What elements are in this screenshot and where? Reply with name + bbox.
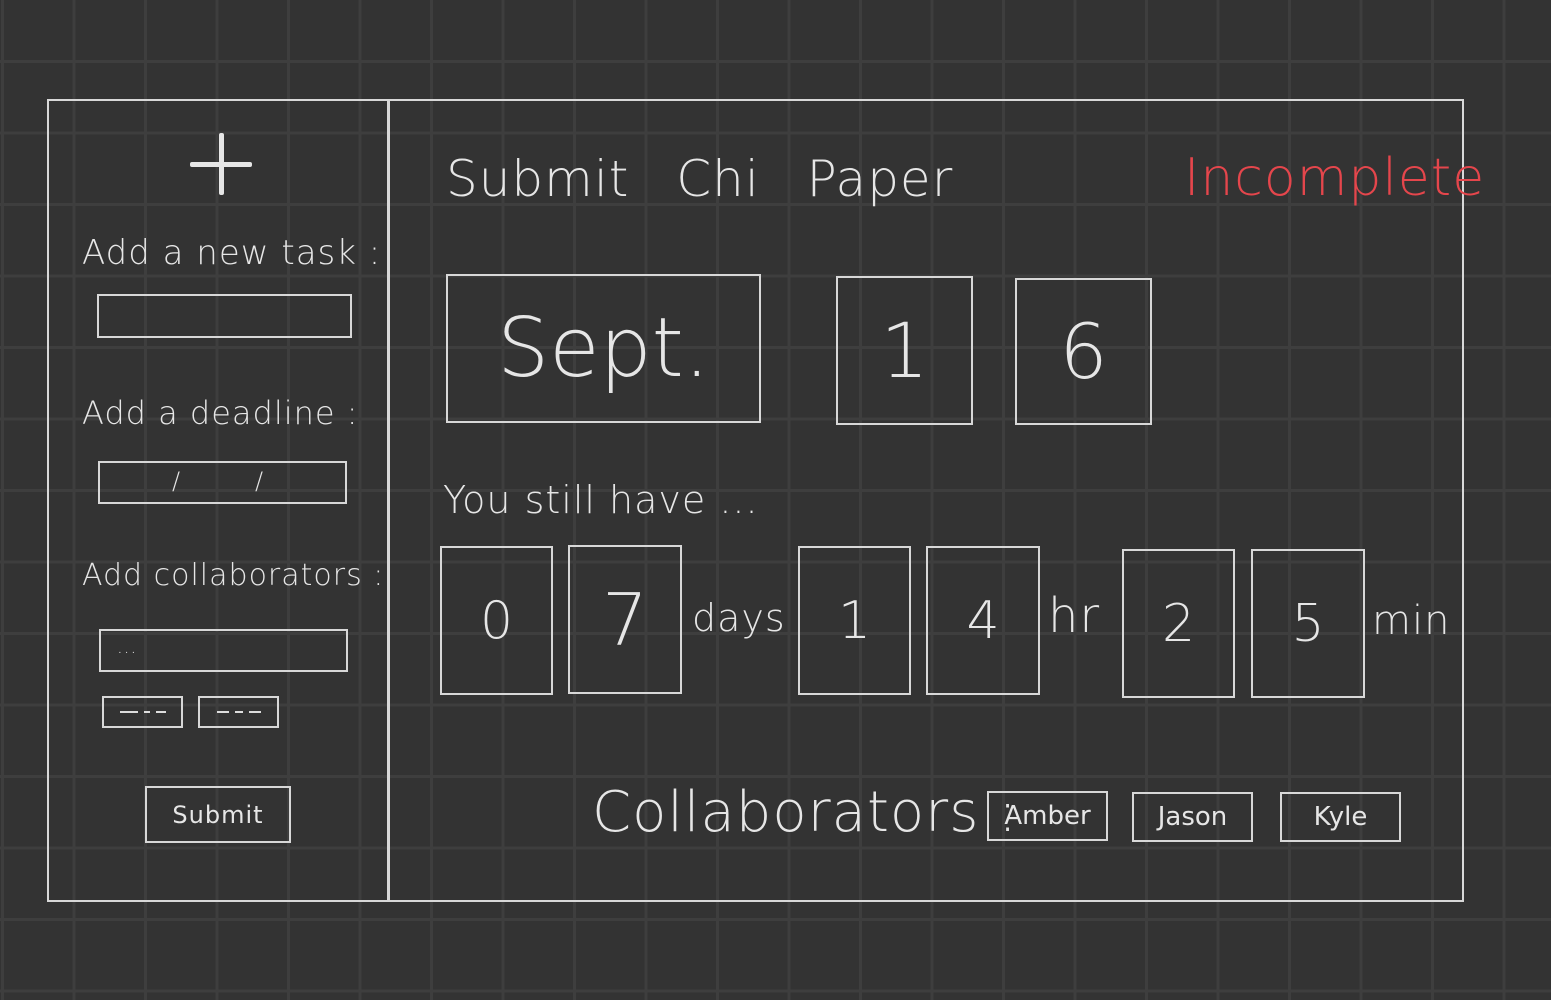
minutes-digit: 2	[1122, 549, 1235, 698]
collaborators-label: Add collaborators :	[82, 558, 385, 593]
days-unit: days	[692, 596, 786, 640]
collaborator-tag-kyle[interactable]: Kyle	[1280, 792, 1401, 842]
deadline-day-digit: 6	[1015, 278, 1152, 425]
deadline-separator: /	[172, 467, 182, 495]
submit-button[interactable]: Submit	[145, 786, 291, 843]
collaborator-tag-jason[interactable]: Jason	[1132, 792, 1253, 842]
task-title: Submit Chi Paper	[446, 150, 954, 208]
countdown-label: You still have ...	[443, 478, 759, 522]
collaborator-chip[interactable]	[198, 696, 279, 728]
deadline-input[interactable]: / /	[98, 461, 347, 504]
task-name-input[interactable]	[97, 294, 352, 338]
deadline-month: Sept.	[446, 274, 761, 423]
hours-unit: hr	[1048, 588, 1101, 644]
deadline-label: Add a deadline :	[82, 394, 359, 432]
collaborator-tag-amber[interactable]: Amber	[987, 791, 1108, 841]
task-name-label: Add a new task :	[82, 233, 382, 273]
deadline-day-digit: 1	[836, 276, 973, 425]
add-task-plus-icon[interactable]	[190, 133, 252, 195]
deadline-separator: /	[255, 467, 265, 495]
collaborators-input[interactable]: ...	[99, 629, 348, 672]
hours-digit: 4	[926, 546, 1040, 695]
days-digit: 0	[440, 546, 553, 695]
hours-digit: 1	[798, 546, 911, 695]
collaborator-chip[interactable]	[102, 696, 183, 728]
status-badge: Incomplete	[1184, 148, 1486, 208]
submit-label: Submit	[172, 800, 264, 829]
collaborators-placeholder: ...	[117, 637, 138, 658]
minutes-digit: 5	[1251, 549, 1365, 698]
days-digit: 7	[568, 545, 682, 694]
collaborators-heading: Collaborators :	[592, 780, 1019, 845]
minutes-unit: min	[1372, 598, 1451, 644]
